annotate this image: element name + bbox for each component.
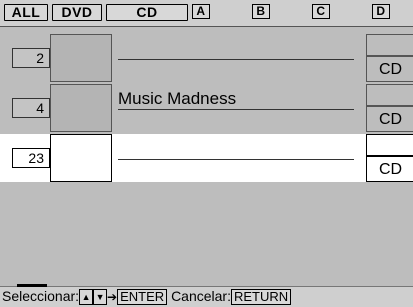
disc-row-selected[interactable]: 23 CD [0, 134, 413, 182]
disc-info-box [366, 34, 413, 56]
disc-row[interactable]: 4 Music Madness CD [0, 84, 413, 132]
disc-number: 4 [12, 98, 50, 118]
select-label: Seleccionar: [2, 288, 80, 304]
disc-thumbnail [50, 134, 112, 182]
down-arrow-icon: ▼ [93, 289, 108, 305]
disc-row[interactable]: 2 CD [0, 34, 413, 82]
tab-a[interactable]: A [190, 4, 212, 21]
disc-thumbnail [50, 34, 112, 82]
help-text: Seleccionar: ▲ ▼ ➔ ENTER Cancelar: RETURN [2, 287, 292, 307]
tab-all[interactable]: ALL [4, 4, 48, 21]
return-key: RETURN [230, 289, 292, 305]
disc-title [118, 38, 354, 60]
right-arrow-icon: ➔ [107, 290, 118, 304]
filter-tab-bar: ALL DVD CD A B C D [0, 0, 413, 27]
tab-c[interactable]: C [310, 4, 332, 21]
media-type: CD [366, 156, 413, 182]
cancel-label: Cancelar: [171, 288, 231, 304]
enter-key: ENTER [117, 289, 168, 305]
up-arrow-icon: ▲ [79, 289, 94, 305]
disc-list-screen: ALL DVD CD A B C D 2 CD 4 Music Madness … [0, 0, 413, 307]
disc-title [118, 138, 354, 160]
disc-info-box [366, 134, 413, 156]
media-type: CD [366, 56, 413, 82]
tab-dvd[interactable]: DVD [52, 4, 102, 21]
tab-cd[interactable]: CD [106, 4, 188, 21]
tab-b[interactable]: B [250, 4, 272, 21]
media-type: CD [366, 106, 413, 132]
tab-b-label: B [252, 4, 270, 19]
disc-number: 2 [12, 48, 50, 68]
disc-info-box [366, 84, 413, 106]
tab-a-label: A [192, 4, 210, 19]
tab-c-label: C [312, 4, 330, 19]
tab-d[interactable]: D [370, 4, 392, 21]
disc-thumbnail [50, 84, 112, 132]
help-bar: Seleccionar: ▲ ▼ ➔ ENTER Cancelar: RETURN [0, 284, 413, 307]
disc-title: Music Madness [118, 88, 354, 110]
disc-number: 23 [12, 148, 50, 168]
tab-d-label: D [372, 4, 390, 19]
